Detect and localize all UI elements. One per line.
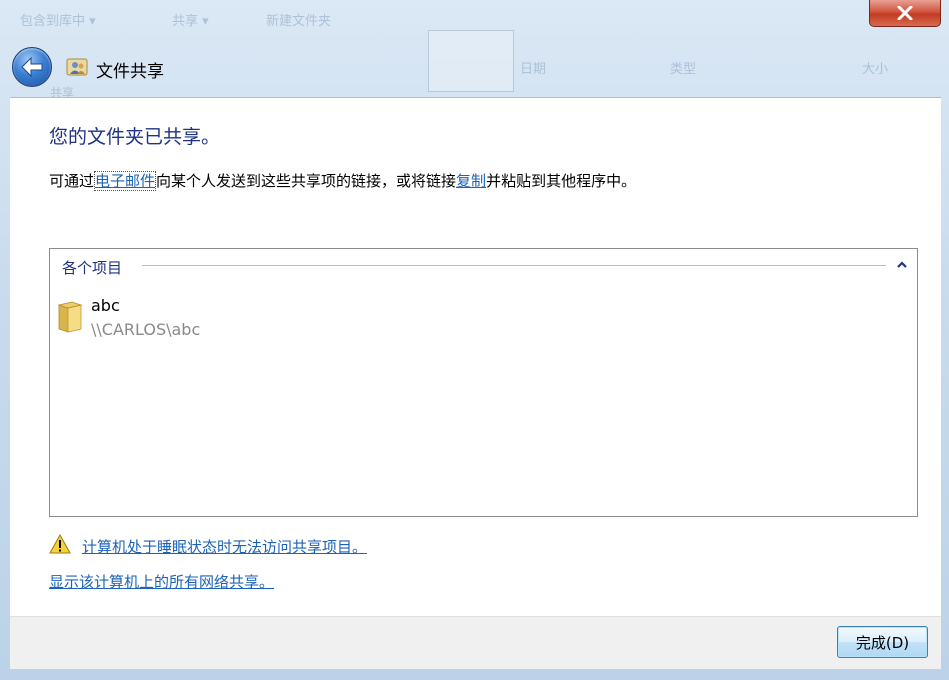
page-title: 您的文件夹已共享。 <box>49 126 221 148</box>
back-button[interactable] <box>12 47 52 87</box>
chevron-up-icon[interactable] <box>895 258 909 272</box>
intro-suffix: 并粘贴到其他程序中。 <box>486 172 637 190</box>
email-link[interactable]: 电子邮件 <box>94 171 157 191</box>
background-column-type: 类型 <box>670 62 697 77</box>
background-toolbar-item: 新建文件夹 <box>266 14 332 29</box>
intro-prefix: 可通过 <box>49 172 95 190</box>
item-name: abc <box>91 296 120 315</box>
content-area: 您的文件夹已共享。 可通过电子邮件向某个人发送到这些共享项的链接，或将链接复制并… <box>10 97 941 617</box>
dialog-window: 包含到库中 ▾ 共享 ▾ 新建文件夹 日期 类型 大小 共享 文件共享 您的文件… <box>0 0 949 680</box>
item-path: \\CARLOS\abc <box>91 320 201 339</box>
shared-items-list: 各个项目 abc \\CARLOS\abc <box>49 248 918 517</box>
background-panel <box>428 30 514 92</box>
group-divider <box>142 265 886 266</box>
back-arrow-icon <box>21 56 43 78</box>
sleep-warning-link[interactable]: 计算机处于睡眠状态时无法访问共享项目。 <box>82 536 367 557</box>
users-share-icon <box>66 58 88 76</box>
background-column-size: 大小 <box>862 62 889 77</box>
close-icon <box>897 6 913 20</box>
group-header[interactable]: 各个项目 <box>62 257 129 278</box>
show-all-shares-link[interactable]: 显示该计算机上的所有网络共享。 <box>49 571 274 592</box>
intro-middle: 向某个人发送到这些共享项的链接，或将链接 <box>156 172 457 190</box>
done-button[interactable]: 完成(D) <box>837 626 928 658</box>
background-toolbar-item: 共享 ▾ <box>172 14 209 29</box>
copy-link[interactable]: 复制 <box>456 172 486 190</box>
close-button[interactable] <box>869 0 941 27</box>
folder-icon <box>57 301 83 333</box>
intro-text: 可通过电子邮件向某个人发送到这些共享项的链接，或将链接复制并粘贴到其他程序中。 <box>49 170 636 191</box>
background-toolbar-item: 包含到库中 ▾ <box>20 14 96 29</box>
background-column-date: 日期 <box>520 62 547 77</box>
dialog-footer: 完成(D) <box>10 616 941 669</box>
window-title: 文件共享 <box>96 62 164 82</box>
warning-icon <box>49 534 71 554</box>
